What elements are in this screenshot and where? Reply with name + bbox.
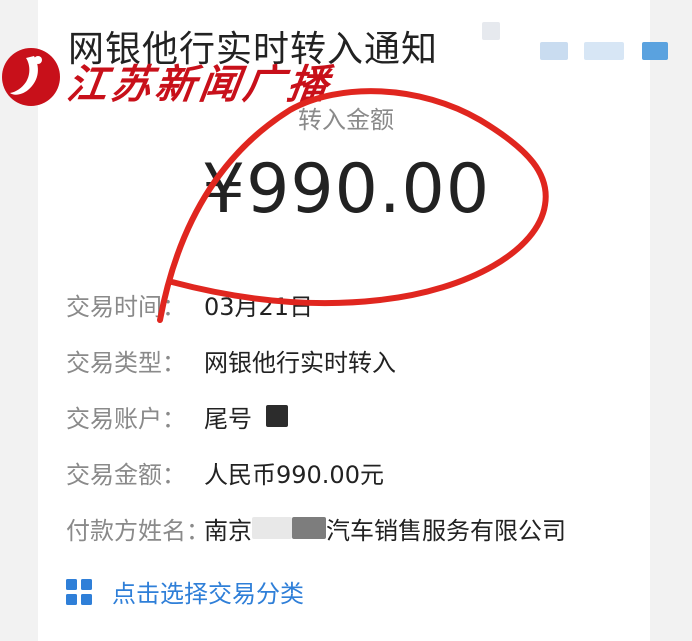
- select-category-button[interactable]: 点击选择交易分类: [66, 574, 304, 609]
- detail-row-time: 交易时间： 03月21日: [66, 276, 566, 332]
- detail-value: 03月21日: [204, 292, 314, 321]
- detail-label: 交易时间：: [66, 292, 186, 321]
- detail-value: 尾号: [204, 399, 288, 434]
- detail-label: 交易类型：: [66, 348, 186, 377]
- detail-label: 交易金额：: [66, 460, 186, 489]
- detail-row-amount: 交易金额： 人民币990.00元: [66, 444, 566, 500]
- detail-row-type: 交易类型： 网银他行实时转入: [66, 332, 566, 388]
- detail-label: 交易账户：: [66, 404, 186, 433]
- blurred-content: [584, 42, 624, 60]
- redacted-payer-name: [252, 517, 292, 539]
- account-suffix-text: 尾号: [204, 404, 252, 433]
- detail-value: 网银他行实时转入: [204, 348, 396, 377]
- detail-row-payer: 付款方姓名： 南京 汽车销售服务有限公司: [66, 500, 566, 556]
- blurred-content: [482, 22, 500, 40]
- broadcast-logo-icon: [2, 48, 60, 106]
- redacted-payer-name: [292, 517, 326, 539]
- redacted-account-number: [266, 405, 288, 427]
- amount-label: 转入金额: [298, 106, 394, 134]
- payer-name-suffix: 汽车销售服务有限公司: [326, 516, 566, 545]
- blurred-content: [540, 42, 568, 60]
- detail-value: 南京 汽车销售服务有限公司: [204, 511, 566, 546]
- transfer-notification-page: 网银他行实时转入通知 江苏新闻广播 转入金额 ¥990.00 交易时间： 03月…: [0, 0, 692, 641]
- amount-value: ¥990.00: [201, 150, 491, 229]
- select-category-label: 点击选择交易分类: [112, 580, 304, 608]
- detail-label: 付款方姓名：: [66, 516, 210, 545]
- transaction-details: 交易时间： 03月21日 交易类型： 网银他行实时转入 交易账户： 尾号 交易金…: [66, 276, 566, 556]
- payer-name-prefix: 南京: [204, 516, 252, 545]
- blurred-content: [642, 42, 668, 60]
- detail-row-account: 交易账户： 尾号: [66, 388, 566, 444]
- grid-icon: [66, 578, 92, 605]
- detail-value: 人民币990.00元: [204, 460, 384, 489]
